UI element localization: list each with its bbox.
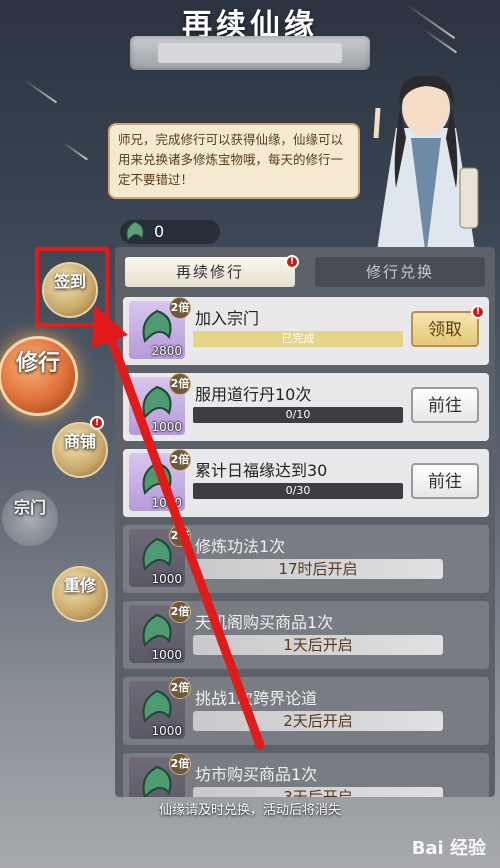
task-row: 10002倍坊市购买商品1次 3天后开启 [123,753,489,797]
sect-button[interactable]: 宗门 [2,490,58,546]
task-name: 累计日福缘达到30 [195,461,328,480]
task-reward: 2800 2倍 [129,297,191,359]
footer-note: 仙缘请及时兑换，活动后将消失 [158,803,341,818]
title-scroll-banner [130,36,370,70]
go-button[interactable]: 前往 [411,387,479,423]
sect-label: 宗门 [13,498,46,517]
repair-label: 重修 [63,576,96,595]
task-reward: 10002倍 [129,753,191,797]
progress-text: 已完成 [281,332,315,345]
repair-button[interactable]: 重修 [52,566,108,622]
currency-value: 0 [154,222,165,241]
progress-text: 0/30 [285,484,311,497]
task-name: 加入宗门 [195,309,260,328]
task-name: 修炼功法1次 [195,537,286,556]
reward-amount: 2800 [151,344,182,358]
task-row: 1000 2倍 天机阁购买商品1次 1天后开启 [123,601,489,669]
task-reward: 1000 2倍 [129,601,191,663]
multiplier-badge: 2倍 [169,297,191,319]
npc-character-portrait [373,75,479,258]
task-reward: 1000 2倍 [129,677,191,739]
reward-amount: 1000 [151,420,182,434]
progress-text: 0/10 [285,408,311,421]
watermark-logo: Bai 经验 [411,838,486,859]
tab-practice-badge: ! [285,255,299,269]
highlight-box [35,247,109,327]
task-name: 挑战1次跨界论道 [195,689,318,708]
shop-badge: ! [90,416,104,430]
task-panel: 再续修行 ! 修行兑换 2800 2倍 加入宗门 已完成 领取! 1000 2倍 服用道行丹1… [115,247,495,797]
task-name: 服用道行丹10次 [195,385,312,404]
unlock-timer: 17时后开启 [193,559,443,579]
task-reward: 1000 2倍 [129,525,191,587]
task-reward: 1000 2倍 [129,449,191,511]
task-name: 天机阁购买商品1次 [195,613,334,632]
multiplier-badge: 2倍 [169,677,191,699]
task-row: 1000 2倍 服用道行丹10次 0/10 前往 [123,373,489,441]
multiplier-badge: 2倍 [169,373,191,395]
task-row: 1000 2倍 累计日福缘达到30 0/30 前往 [123,449,489,517]
tab-exchange[interactable]: 修行兑换 [315,257,485,287]
reward-amount: 1000 [151,648,182,662]
multiplier-badge: 2倍 [169,753,191,775]
currency-display: 0 [120,220,220,244]
practice-label: 修行 [15,350,60,376]
multiplier-badge: 2倍 [169,525,191,547]
practice-button[interactable]: 修行 [0,336,78,416]
npc-speech-bubble: 师兄，完成修行可以获得仙缘，仙缘可以用来兑换诸多修炼宝物哦，每天的修行一定不要错… [108,123,360,199]
unlock-timer: 2天后开启 [193,711,443,731]
task-progress-bar: 0/10 [193,407,403,423]
reward-amount: 1000 [151,496,182,510]
unlock-timer: 3天后开启 [193,787,443,797]
reward-amount: 1000 [151,724,182,738]
shop-button[interactable]: 商铺 [52,422,108,478]
claim-button[interactable]: 领取 [411,311,479,347]
reward-amount: 1000 [151,572,182,586]
task-row: 1000 2倍 挑战1次跨界论道 2天后开启 [123,677,489,745]
multiplier-badge: 2倍 [169,449,191,471]
claim-badge: ! [471,305,485,319]
go-button[interactable]: 前往 [411,463,479,499]
task-progress-bar: 已完成 [193,331,403,347]
task-name: 坊市购买商品1次 [195,765,318,784]
tab-practice[interactable]: 再续修行 [125,257,295,287]
task-row: 1000 2倍 修炼功法1次 17时后开启 [123,525,489,593]
shop-label: 商铺 [63,432,96,451]
task-reward: 1000 2倍 [129,373,191,435]
unlock-timer: 1天后开启 [193,635,443,655]
leaf-token-icon [126,221,144,242]
task-progress-bar: 0/30 [193,483,403,499]
task-row: 2800 2倍 加入宗门已完成 领取! [123,297,489,365]
multiplier-badge: 2倍 [169,601,191,623]
